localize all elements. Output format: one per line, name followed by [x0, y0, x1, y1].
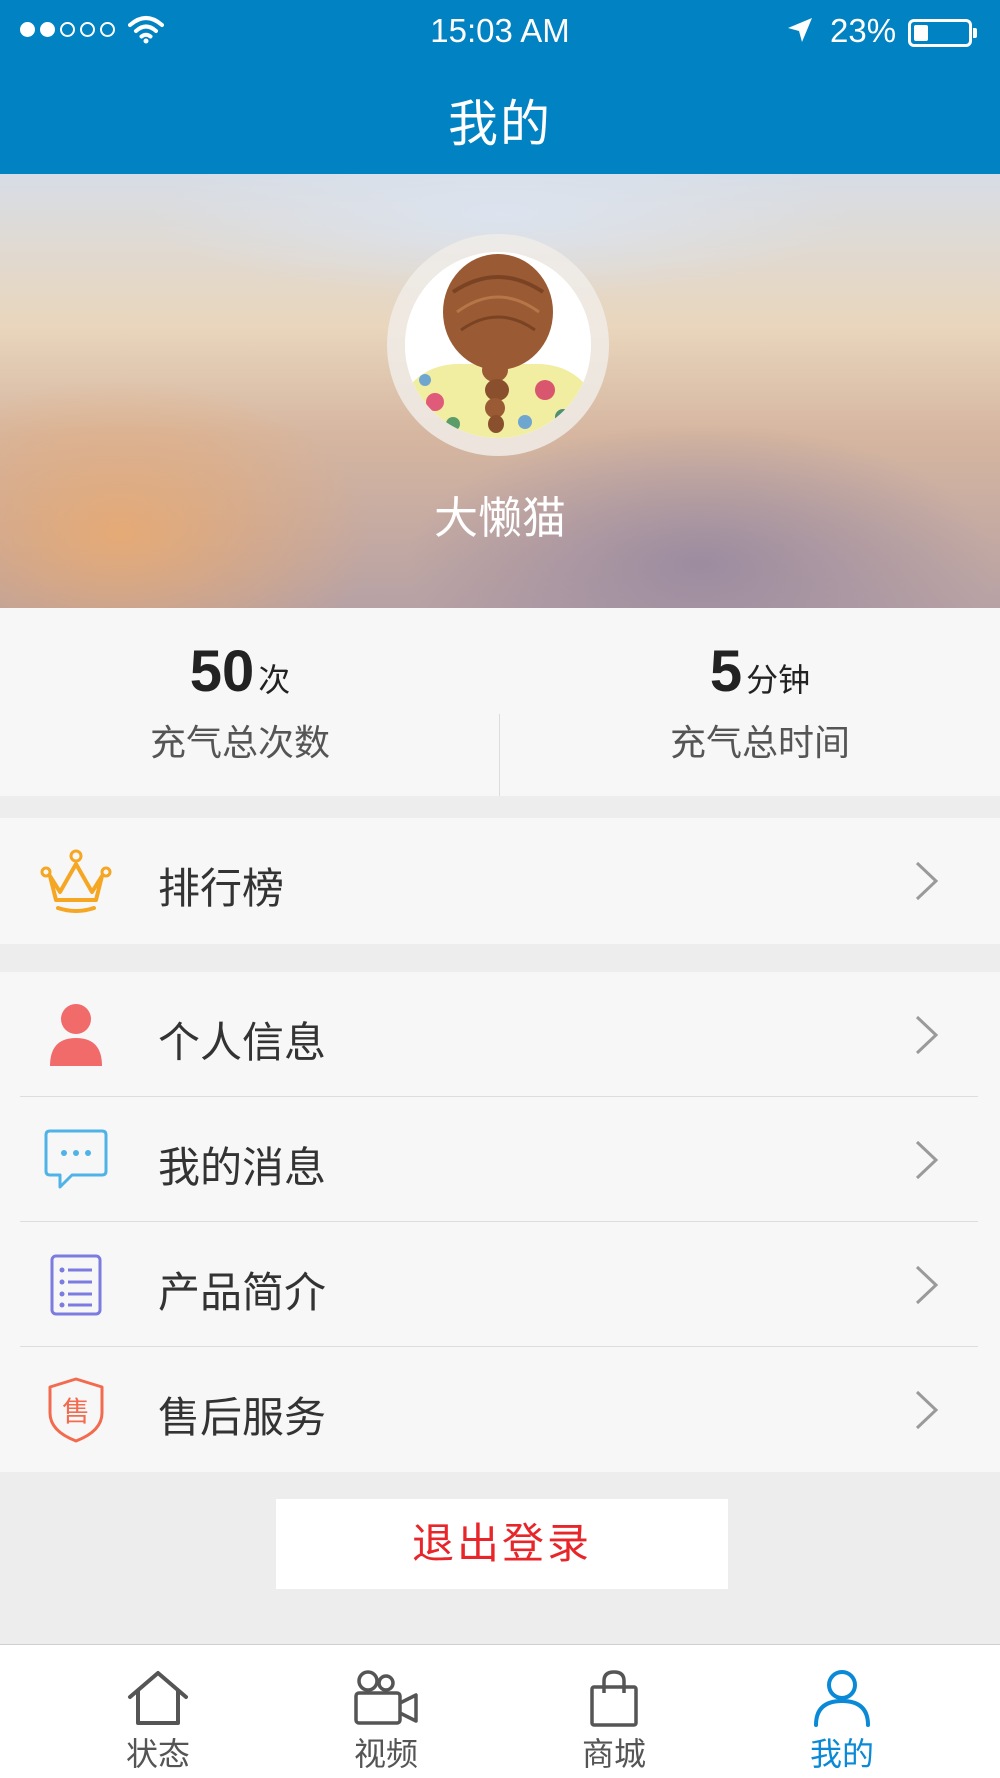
- menu-item-label: 我的消息: [158, 1143, 327, 1192]
- chevron-right-icon: [915, 1015, 939, 1055]
- avatar[interactable]: [405, 252, 591, 438]
- menu-item-label: 排行榜: [158, 864, 285, 913]
- profile-banner: 大懒猫: [0, 174, 1000, 608]
- menu-group-main: 个人信息 我的消息 产品简介 售 售后服务: [0, 972, 1000, 1472]
- person-icon: [50, 1004, 102, 1066]
- bottom-tab-bar: 状态 视频 商城 我的: [0, 1644, 1000, 1778]
- message-icon: [44, 1129, 108, 1189]
- avatar-ring[interactable]: [387, 234, 609, 456]
- avatar-image: [405, 252, 591, 438]
- tab-status[interactable]: 状态: [78, 1645, 238, 1778]
- tab-label: 视频: [353, 1735, 418, 1773]
- battery-icon: [908, 19, 977, 47]
- chevron-right-icon: [915, 1140, 939, 1180]
- location-arrow-icon: [788, 18, 812, 42]
- tab-video[interactable]: 视频: [306, 1645, 466, 1778]
- shopping-bag-icon: [590, 1670, 638, 1727]
- tab-mine[interactable]: 我的: [762, 1645, 922, 1778]
- video-camera-icon: [354, 1670, 418, 1725]
- menu-item-product-intro[interactable]: 产品简介: [0, 1222, 1000, 1347]
- home-icon: [128, 1671, 188, 1725]
- stats-panel: 50 次 充气总次数 5 分钟 充气总时间: [0, 608, 1000, 796]
- menu-group-ranking: 排行榜: [0, 818, 1000, 944]
- page-title: 我的: [448, 95, 552, 153]
- status-bar: 15:03 AM 23%: [0, 0, 1000, 62]
- chevron-right-icon: [915, 1265, 939, 1305]
- stat-value: 5 分钟: [510, 638, 1000, 705]
- logout-button[interactable]: 退出登录: [276, 1499, 728, 1589]
- tab-label: 我的: [809, 1735, 874, 1773]
- menu-item-personal-info[interactable]: 个人信息: [0, 972, 1000, 1097]
- top-header: 15:03 AM 23% 我的: [0, 0, 1000, 174]
- tab-label: 商城: [581, 1735, 646, 1773]
- stat-value: 50 次: [0, 638, 490, 705]
- stat-unit: 次: [258, 661, 291, 699]
- stat-unit: 分钟: [746, 661, 811, 699]
- stat-number: 50: [189, 639, 255, 704]
- menu-item-label: 个人信息: [158, 1018, 327, 1067]
- stat-label: 充气总时间: [669, 723, 850, 764]
- menu-item-label: 产品简介: [158, 1268, 327, 1317]
- username: 大懒猫: [434, 493, 566, 544]
- tab-label: 状态: [125, 1735, 190, 1773]
- stat-inflation-time: 5 分钟 充气总时间: [500, 608, 1000, 796]
- stat-number: 5: [709, 639, 743, 704]
- chevron-right-icon: [915, 861, 939, 901]
- menu-item-ranking[interactable]: 排行榜: [0, 818, 1000, 943]
- chevron-right-icon: [915, 1390, 939, 1430]
- stat-label: 充气总次数: [149, 723, 330, 764]
- tab-shop[interactable]: 商城: [534, 1645, 694, 1778]
- battery-percent: 23%: [830, 12, 897, 49]
- shield-service-icon: 售: [48, 1377, 104, 1443]
- menu-item-after-sales[interactable]: 售 售后服务: [0, 1347, 1000, 1472]
- menu-item-my-messages[interactable]: 我的消息: [0, 1097, 1000, 1222]
- user-icon: [814, 1670, 870, 1727]
- menu-item-label: 售后服务: [158, 1393, 327, 1442]
- crown-icon: [40, 849, 112, 913]
- stat-inflation-count: 50 次 充气总次数: [0, 608, 500, 796]
- document-list-icon: [50, 1254, 102, 1316]
- shield-icon-text: 售: [62, 1395, 90, 1428]
